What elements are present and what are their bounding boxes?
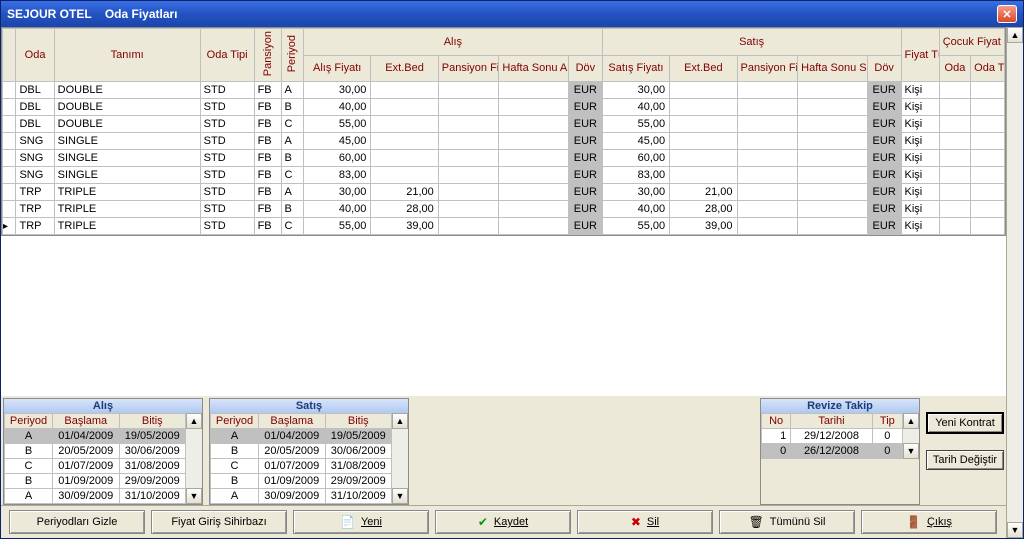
scrollbar-icon[interactable]: ▲▼ bbox=[186, 413, 202, 504]
list-item[interactable]: 026/12/20080 bbox=[762, 444, 903, 459]
yeni-kontrat-button[interactable]: Yeni Kontrat bbox=[926, 412, 1004, 434]
colgroup-satis: Satış bbox=[602, 29, 901, 56]
list-item[interactable]: A01/04/200919/05/2009 bbox=[5, 429, 186, 444]
col-satis-hs[interactable]: Hafta Sonu Satış Fiyatı bbox=[798, 55, 868, 82]
table-row[interactable]: SNGSINGLESTDFBB60,00EUR60,00EURKişi bbox=[3, 150, 1005, 167]
list-item[interactable]: A30/09/200931/10/2009 bbox=[211, 489, 392, 504]
revize-title: Revize Takip bbox=[761, 399, 919, 413]
rev-col-tip[interactable]: Tip bbox=[872, 414, 902, 429]
col-satis-extbed[interactable]: Ext.Bed bbox=[670, 55, 737, 82]
psatis-col-baslama[interactable]: Başlama bbox=[259, 414, 325, 429]
col-alis-hs[interactable]: Hafta Sonu Alış Fiyatı bbox=[499, 55, 569, 82]
periyod-gizle-button[interactable]: Periyodları Gizle bbox=[9, 510, 145, 534]
scrollbar-icon[interactable]: ▲▼ bbox=[392, 413, 408, 504]
table-row[interactable]: SNGSINGLESTDFBA45,00EUR45,00EURKişi bbox=[3, 133, 1005, 150]
exit-icon: 🚪 bbox=[906, 515, 921, 529]
title-bar: SEJOUR OTEL Oda Fiyatları ✕ bbox=[1, 1, 1023, 27]
col-satis-dov[interactable]: Döv bbox=[867, 55, 901, 82]
col-cocuk-oda-tipi[interactable]: Oda Tipi bbox=[971, 55, 1005, 82]
rev-col-tarihi[interactable]: Tarihi bbox=[791, 414, 872, 429]
psatis-col-bitis[interactable]: Bitiş bbox=[325, 414, 392, 429]
periods-satis-title: Satış bbox=[210, 399, 408, 413]
table-row[interactable]: SNGSINGLESTDFBC83,00EUR83,00EURKişi bbox=[3, 167, 1005, 184]
price-grid[interactable]: Oda Tanımı Oda Tipi Pansiyon Periyod Alı… bbox=[1, 27, 1006, 236]
grid-empty-area bbox=[1, 236, 1006, 396]
col-alis-extbed[interactable]: Ext.Bed bbox=[371, 55, 438, 82]
list-item[interactable]: C01/07/200931/08/2009 bbox=[5, 459, 186, 474]
delete-icon: ✖ bbox=[631, 515, 641, 529]
close-icon[interactable]: ✕ bbox=[997, 5, 1017, 23]
table-row[interactable]: DBLDOUBLESTDFBA30,00EUR30,00EURKişi bbox=[3, 82, 1005, 99]
col-alis-pf[interactable]: Pansiyon Fiyatı bbox=[438, 55, 499, 82]
list-item[interactable]: A30/09/200931/10/2009 bbox=[5, 489, 186, 504]
col-alis-dov[interactable]: Döv bbox=[569, 55, 603, 82]
screen-title: Oda Fiyatları bbox=[105, 7, 178, 21]
col-oda[interactable]: Oda bbox=[16, 29, 54, 82]
trash-icon: 🗑 bbox=[749, 515, 764, 529]
palis-col-baslama[interactable]: Başlama bbox=[53, 414, 119, 429]
new-icon: 📄 bbox=[340, 515, 355, 529]
scrollbar-icon[interactable]: ▲▼ bbox=[903, 413, 919, 459]
tumunu-sil-button[interactable]: 🗑Tümünü Sil bbox=[719, 510, 855, 534]
palis-col-bitis[interactable]: Bitiş bbox=[119, 414, 186, 429]
table-row[interactable]: TRPTRIPLESTDFBA30,0021,00EUR30,0021,00EU… bbox=[3, 184, 1005, 201]
toolbar: Periyodları Gizle Fiyat Giriş Sihirbazı … bbox=[1, 505, 1006, 538]
table-row[interactable]: TRPTRIPLESTDFBB40,0028,00EUR40,0028,00EU… bbox=[3, 201, 1005, 218]
periods-alis-title: Alış bbox=[4, 399, 202, 413]
list-item[interactable]: B20/05/200930/06/2009 bbox=[5, 444, 186, 459]
table-row[interactable]: DBLDOUBLESTDFBB40,00EUR40,00EURKişi bbox=[3, 99, 1005, 116]
scrollbar-vertical-icon[interactable]: ▲▼ bbox=[1007, 27, 1023, 538]
col-alis-fiyati[interactable]: Alış Fiyatı bbox=[303, 55, 370, 82]
fiyat-sihirbaz-button[interactable]: Fiyat Giriş Sihirbazı bbox=[151, 510, 287, 534]
col-cocuk-oda[interactable]: Oda bbox=[939, 55, 970, 82]
list-item[interactable]: A01/04/200919/05/2009 bbox=[211, 429, 392, 444]
col-periyod[interactable]: Periyod bbox=[281, 29, 303, 82]
palis-col-periyod[interactable]: Periyod bbox=[5, 414, 53, 429]
colgroup-cocuk: Çocuk Fiyat Referans bbox=[939, 29, 1004, 56]
list-item[interactable]: B20/05/200930/06/2009 bbox=[211, 444, 392, 459]
col-fiyat-turu[interactable]: Fiyat Türü bbox=[901, 29, 939, 82]
col-satis-fiyati[interactable]: Satış Fiyatı bbox=[602, 55, 669, 82]
list-item[interactable]: B01/09/200929/09/2009 bbox=[5, 474, 186, 489]
check-icon: ✔ bbox=[478, 515, 488, 529]
list-item[interactable]: B01/09/200929/09/2009 bbox=[211, 474, 392, 489]
col-pansiyon[interactable]: Pansiyon bbox=[254, 29, 281, 82]
sil-button[interactable]: ✖Sil bbox=[577, 510, 713, 534]
col-oda-tipi[interactable]: Oda Tipi bbox=[200, 29, 254, 82]
psatis-col-periyod[interactable]: Periyod bbox=[211, 414, 259, 429]
col-tanimi[interactable]: Tanımı bbox=[54, 29, 200, 82]
tarih-degistir-button[interactable]: Tarih Değiştir bbox=[926, 450, 1004, 470]
cikis-button[interactable]: 🚪Çıkış bbox=[861, 510, 997, 534]
rev-col-no[interactable]: No bbox=[762, 414, 791, 429]
kaydet-button[interactable]: ✔Kaydet bbox=[435, 510, 571, 534]
colgroup-alis: Alış bbox=[303, 29, 602, 56]
table-row[interactable]: TRPTRIPLESTDFBC55,0039,00EUR55,0039,00EU… bbox=[3, 218, 1005, 235]
list-item[interactable]: C01/07/200931/08/2009 bbox=[211, 459, 392, 474]
col-satis-pf[interactable]: Pansiyon Fiyatı bbox=[737, 55, 798, 82]
periods-satis[interactable]: Satış Periyod Başlama Bitiş A01/04/20091… bbox=[209, 398, 409, 505]
table-row[interactable]: DBLDOUBLESTDFBC55,00EUR55,00EURKişi bbox=[3, 116, 1005, 133]
app-name: SEJOUR OTEL bbox=[7, 7, 91, 21]
list-item[interactable]: 129/12/20080 bbox=[762, 429, 903, 444]
periods-alis[interactable]: Alış Periyod Başlama Bitiş A01/04/200919… bbox=[3, 398, 203, 505]
revize-takip[interactable]: Revize Takip No Tarihi Tip 129/12/200800… bbox=[760, 398, 920, 505]
yeni-button[interactable]: 📄Yeni bbox=[293, 510, 429, 534]
